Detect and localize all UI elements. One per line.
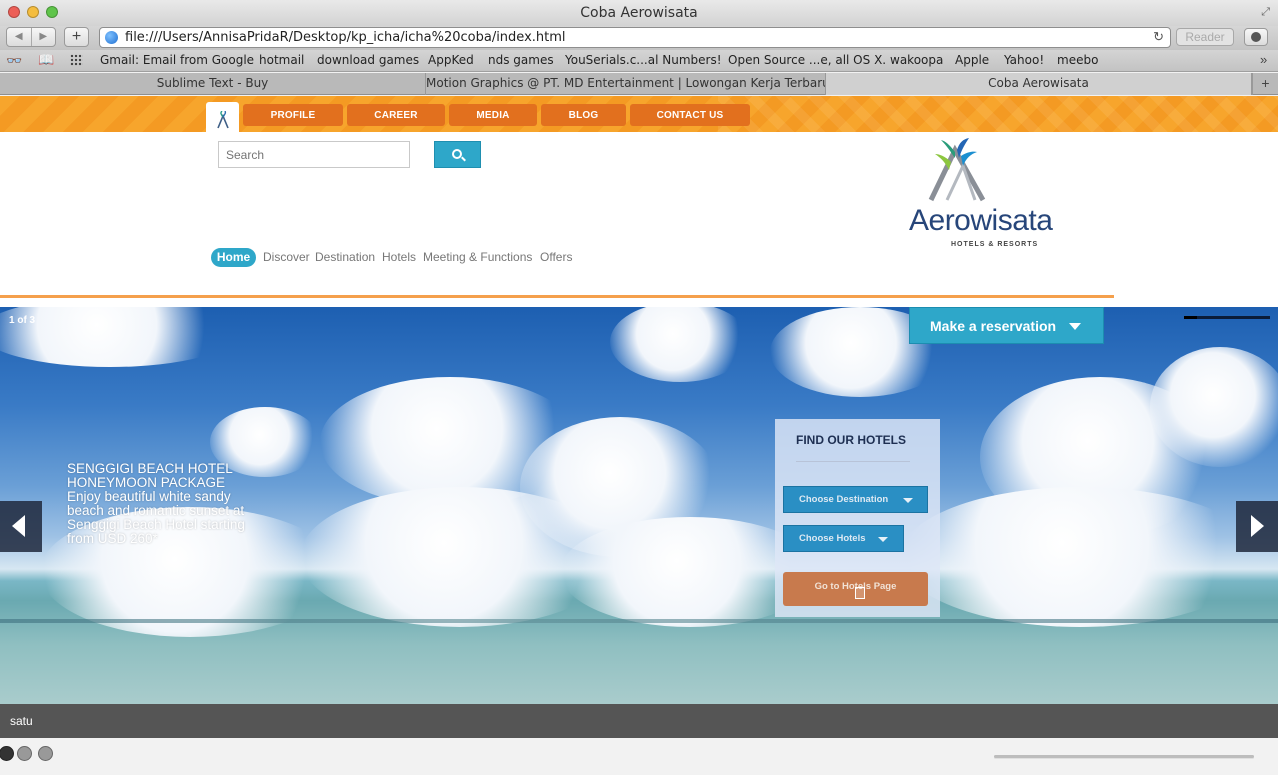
arrow-left-icon bbox=[12, 515, 25, 537]
slider-pagination bbox=[0, 738, 1278, 775]
caption-line: from USD 260* bbox=[67, 531, 158, 546]
slide-progress-fill bbox=[1184, 316, 1197, 319]
tab-coba-aerowisata[interactable]: Coba Aerowisata bbox=[826, 73, 1252, 95]
hotels-label: Choose Hotels bbox=[799, 533, 866, 544]
reader-button[interactable]: Reader bbox=[1176, 28, 1234, 46]
bookmark-item[interactable]: nds games bbox=[488, 53, 554, 67]
go-to-hotels-button[interactable]: Go to Hotels Page bbox=[783, 572, 928, 606]
horizontal-scrollbar[interactable] bbox=[994, 755, 1254, 758]
subnav-offers[interactable]: Offers bbox=[540, 250, 572, 264]
reload-icon[interactable]: ↻ bbox=[1153, 29, 1164, 45]
caret-down-icon bbox=[1069, 323, 1081, 330]
bookmark-item[interactable]: Yahoo! bbox=[1004, 53, 1044, 67]
find-hotels-title: FIND OUR HOTELS bbox=[796, 433, 906, 447]
nav-blog-button[interactable]: BLOG bbox=[541, 104, 626, 126]
previous-slide-button[interactable] bbox=[0, 501, 42, 552]
arrow-right-icon bbox=[1251, 515, 1264, 537]
cloud-shape bbox=[900, 487, 1260, 627]
slide-caption-bar: satu bbox=[0, 704, 1278, 738]
reservation-label: Make a reservation bbox=[930, 318, 1057, 334]
slide-progress bbox=[1184, 316, 1270, 319]
history-nav: ◀ ▶ bbox=[6, 27, 56, 47]
choose-destination-dropdown[interactable]: Choose Destination bbox=[783, 486, 928, 513]
pagination-dot-1[interactable] bbox=[0, 746, 14, 761]
caption-line: Senggigi Beach Hotel starting bbox=[67, 517, 245, 532]
back-button[interactable]: ◀ bbox=[7, 28, 32, 46]
add-bookmark-button[interactable]: + bbox=[64, 27, 89, 47]
caption-line: beach and romantic sunset at bbox=[67, 503, 245, 518]
bookmark-item[interactable]: YouSerials.c...al Numbers! bbox=[565, 53, 722, 67]
address-bar[interactable]: file:///Users/AnnisaPridaR/Desktop/kp_ic… bbox=[99, 27, 1171, 48]
cloud-shape bbox=[1150, 347, 1278, 467]
globe-icon bbox=[105, 31, 118, 44]
web-page: PROFILE CAREER MEDIA BLOG CONTACT US Aer… bbox=[0, 96, 1278, 775]
header-divider bbox=[0, 295, 1114, 298]
bookmark-item[interactable]: hotmail bbox=[259, 53, 304, 67]
new-tab-button[interactable]: + bbox=[1252, 73, 1278, 95]
bookmark-item[interactable]: Gmail: Email from Google bbox=[100, 53, 254, 67]
nav-media-button[interactable]: MEDIA bbox=[449, 104, 537, 126]
bookmark-item[interactable]: Apple bbox=[955, 53, 989, 67]
hero-slider[interactable]: 1 of 3 Make a reservation SENGGIGI BEACH… bbox=[0, 307, 1278, 704]
nav-career-button[interactable]: CAREER bbox=[347, 104, 445, 126]
cloud-shape bbox=[610, 307, 750, 382]
subnav-meeting-functions[interactable]: Meeting & Functions bbox=[423, 250, 532, 264]
brand-tagline: HOTELS & RESORTS bbox=[951, 241, 1039, 248]
sea-horizon bbox=[0, 619, 1278, 623]
make-reservation-button[interactable]: Make a reservation bbox=[909, 307, 1104, 344]
search-icon bbox=[452, 149, 462, 159]
bookmarks-bar: 👓 📖 Gmail: Email from Google hotmail dow… bbox=[0, 50, 1278, 72]
aerowisata-mark-icon bbox=[217, 111, 229, 129]
browser-toolbar: ◀ ▶ + file:///Users/AnnisaPridaR/Desktop… bbox=[0, 26, 1278, 50]
bookmark-item[interactable]: download games bbox=[317, 53, 419, 67]
pagination-dot-2[interactable] bbox=[17, 746, 32, 761]
more-bookmarks-icon[interactable]: » bbox=[1260, 52, 1267, 67]
slide-counter: 1 of 3 bbox=[9, 315, 36, 326]
bookmark-item[interactable]: meebo bbox=[1057, 53, 1098, 67]
pagination-dot-3[interactable] bbox=[38, 746, 53, 761]
chevron-down-icon bbox=[878, 537, 888, 542]
nav-contact-button[interactable]: CONTACT US bbox=[630, 104, 750, 126]
forward-button[interactable]: ▶ bbox=[32, 28, 56, 46]
bookmark-item[interactable]: wakoopa bbox=[890, 53, 943, 67]
nav-profile-button[interactable]: PROFILE bbox=[243, 104, 343, 126]
url-text[interactable]: file:///Users/AnnisaPridaR/Desktop/kp_ic… bbox=[125, 30, 566, 45]
subnav-discover[interactable]: Discover bbox=[263, 250, 310, 264]
top-sites-grid-icon[interactable] bbox=[70, 54, 83, 66]
tab-motion-graphics[interactable]: Motion Graphics @ PT. MD Entertainment |… bbox=[426, 73, 826, 95]
window-title: Coba Aerowisata bbox=[580, 5, 698, 21]
tab-bar: Sublime Text - Buy Motion Graphics @ PT.… bbox=[0, 73, 1278, 95]
downloads-icon[interactable] bbox=[1244, 28, 1268, 46]
caption-line: HONEYMOON PACKAGE bbox=[67, 475, 226, 490]
subnav-destination[interactable]: Destination bbox=[315, 250, 375, 264]
home-logo-tab[interactable] bbox=[206, 102, 239, 140]
search-input[interactable] bbox=[218, 141, 410, 168]
bookmarks-book-icon[interactable]: 📖 bbox=[38, 52, 54, 68]
slide-title-text: satu bbox=[10, 714, 33, 728]
caption-line: Enjoy beautiful white sandy bbox=[67, 489, 231, 504]
subnav-home[interactable]: Home bbox=[211, 248, 256, 267]
cloud-shape bbox=[0, 307, 240, 367]
window-titlebar: Coba Aerowisata ⤢ bbox=[0, 0, 1278, 26]
brand-name: Aerowisata bbox=[909, 204, 1053, 237]
next-slide-button[interactable] bbox=[1236, 501, 1278, 552]
caption-line: SENGGIGI BEACH HOTEL bbox=[67, 461, 233, 476]
slide-caption: SENGGIGI BEACH HOTEL HONEYMOON PACKAGE E… bbox=[67, 462, 277, 546]
search-button[interactable] bbox=[434, 141, 481, 168]
finder-divider bbox=[796, 461, 910, 462]
reading-list-icon[interactable]: 👓 bbox=[6, 53, 22, 69]
bookmark-item[interactable]: AppKed bbox=[428, 53, 474, 67]
destination-label: Choose Destination bbox=[799, 494, 889, 505]
subnav-hotels[interactable]: Hotels bbox=[382, 250, 416, 264]
chevron-down-icon bbox=[903, 498, 913, 503]
find-hotels-panel: FIND OUR HOTELS Choose Destination Choos… bbox=[775, 419, 940, 617]
hand-cursor-icon bbox=[855, 587, 865, 599]
choose-hotels-dropdown[interactable]: Choose Hotels bbox=[783, 525, 904, 552]
fullscreen-icon[interactable]: ⤢ bbox=[1261, 6, 1270, 19]
bookmark-item[interactable]: Open Source ...e, all OS X. bbox=[728, 53, 886, 67]
tab-sublime[interactable]: Sublime Text - Buy bbox=[0, 73, 426, 95]
